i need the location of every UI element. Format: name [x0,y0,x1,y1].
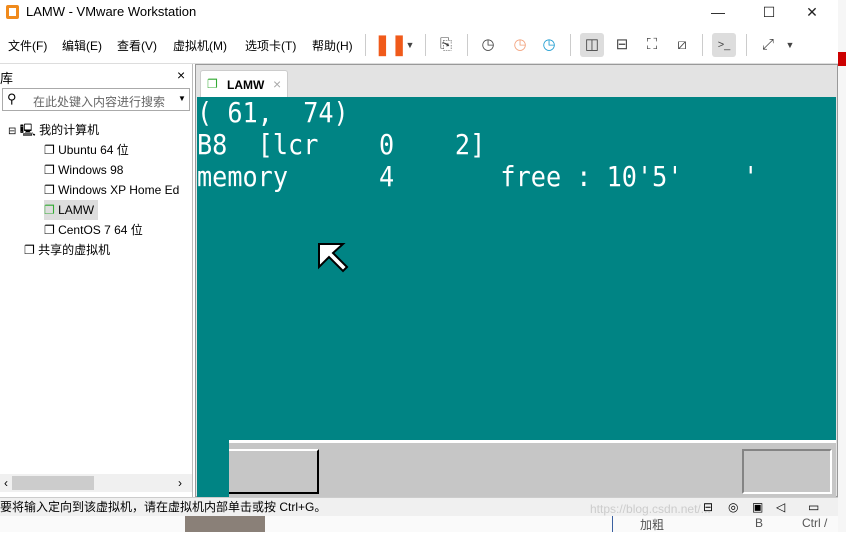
library-close-button[interactable]: × [177,67,185,83]
tree-item-vm[interactable]: ❐ Windows XP Home Ed [44,180,179,200]
cd-icon[interactable]: ◎ [728,498,738,516]
pause-icon[interactable]: ❚❚ [374,33,408,57]
close-button[interactable]: ✕ [794,0,830,24]
minimize-button[interactable]: — [700,0,736,24]
menu-file[interactable]: 文件(F) [8,37,47,54]
title-bar: LAMW - VMware Workstation — ☐ ✕ [0,0,838,24]
library-title: 库 [0,71,14,86]
menu-tabs[interactable]: 选项卡(T) [245,37,296,54]
menu-toolbar: 文件(F) 编辑(E) 查看(V) 虚拟机(M) 选项卡(T) 帮助(H) ❚❚… [0,24,838,64]
horizontal-scrollbar[interactable]: ‹ › [0,474,192,492]
guest-start-button[interactable] [229,449,319,494]
send-keys-icon[interactable]: ⎘ [434,33,458,57]
tree-item-vm[interactable]: ❐ Windows 98 [44,160,123,180]
chevron-down-icon[interactable]: ▼ [398,33,422,57]
library-panel: 库 × ⚲ 在此处键入内容进行搜索 ▼ ⊟ 🖳 我的计算机 ❐ Ubuntu 6… [0,64,193,497]
library-search-input[interactable]: ⚲ 在此处键入内容进行搜索 ▼ [2,88,190,111]
search-icon: ⚲ [7,91,17,106]
chevron-down-icon[interactable]: ▼ [778,33,802,57]
guest-mouse-cursor-icon [318,243,349,273]
background-window: 加粗 B Ctrl / [0,516,846,532]
chevron-down-icon[interactable]: ▼ [178,94,186,103]
guest-taskbar [229,440,836,497]
status-bar: 要将输入定向到该虚拟机，请在虚拟机内部单击或按 Ctrl+G。 ⊟ ◎ ▣ ◁ … [0,497,838,516]
guest-screen[interactable]: ( 61, 74) B8 [lcr 0 2] memory 4 free : 1… [197,97,836,497]
menu-edit[interactable]: 编辑(E) [62,37,102,54]
tree-item-vm-selected[interactable]: ❐ LAMW [44,200,99,220]
scroll-left-icon[interactable]: ‹ [4,476,8,490]
floppy-icon[interactable]: ▣ [752,498,763,516]
background-image [185,516,265,532]
menu-vm[interactable]: 虚拟机(M) [173,37,227,54]
menu-help[interactable]: 帮助(H) [312,37,353,54]
stretch-icon[interactable]: ⤢ [756,33,780,57]
scrollbar-thumb[interactable] [12,476,94,490]
snapshot-icon[interactable]: ◷ [476,33,500,57]
computer-icon: 🖳 [19,123,36,137]
status-text: 要将输入定向到该虚拟机，请在虚拟机内部单击或按 Ctrl+G。 [0,500,327,514]
background-window-edge [838,0,846,532]
tab-lamw[interactable]: ❐ LAMW × [200,70,288,98]
fullscreen-icon[interactable]: ⛶ [640,33,664,57]
tab-close-button[interactable]: × [273,76,281,92]
guest-tray [742,449,832,494]
tree-item-my-computer[interactable]: ⊟ 🖳 我的计算机 [8,120,99,140]
guest-memory-info: memory 4 free : 10'5' ' [197,160,759,193]
snapshot-manager-icon[interactable]: ◷ [537,33,561,57]
revert-snapshot-icon[interactable]: ◷ [508,33,532,57]
guest-key-info: B8 [lcr 0 2] [197,128,486,161]
console-icon[interactable]: >_ [712,33,736,57]
vmware-logo-icon [6,5,19,19]
tree-item-shared[interactable]: ❐ 共享的虚拟机 [24,240,110,260]
display-icon[interactable]: ▭ [808,498,819,516]
maximize-button[interactable]: ☐ [751,0,787,24]
thumbnail-bar-icon[interactable]: ⊟ [610,33,634,57]
sound-icon[interactable]: ◁ [776,498,785,516]
tree-item-vm[interactable]: ❐ Ubuntu 64 位 [44,140,129,160]
vm-running-icon: ❐ [207,77,218,91]
scroll-right-icon[interactable]: › [178,476,182,490]
unity-icon[interactable]: ⧄ [670,33,694,57]
menu-view[interactable]: 查看(V) [117,37,157,54]
show-library-icon[interactable]: ◫ [580,33,604,57]
window-title: LAMW - VMware Workstation [26,4,197,19]
guest-mouse-coords: ( 61, 74) [197,97,349,129]
search-placeholder: 在此处键入内容进行搜索 [33,95,166,109]
tree-item-vm[interactable]: ❐ CentOS 7 64 位 [44,220,143,240]
